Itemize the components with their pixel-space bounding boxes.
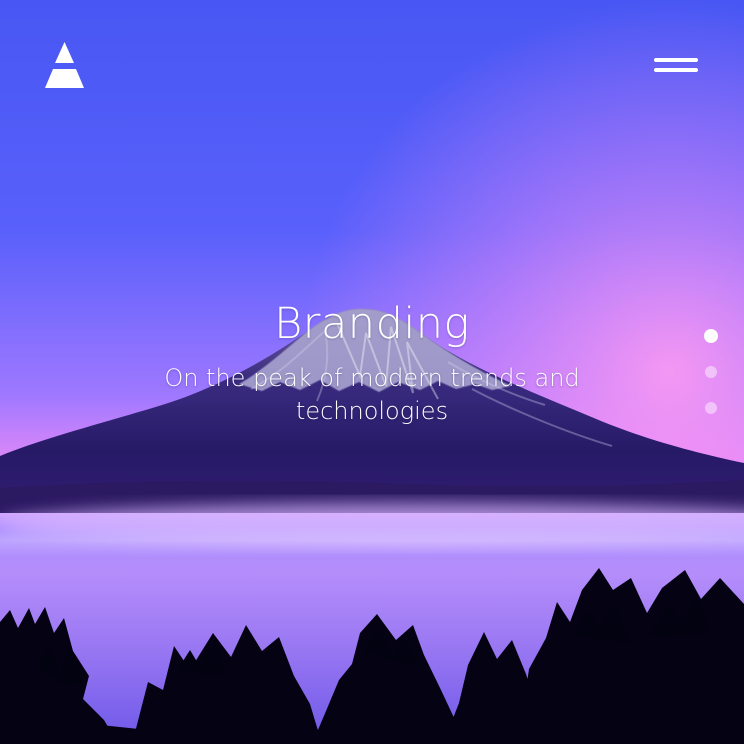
- slide-pagination: [700, 324, 724, 420]
- hero-subtitle: On the peak of modern trends and technol…: [164, 364, 580, 425]
- hero-section: Branding On the peak of modern trends an…: [0, 0, 744, 744]
- hamburger-menu-button[interactable]: [650, 54, 702, 78]
- slide-dot-3[interactable]: [705, 402, 717, 414]
- hamburger-menu-icon-top-line: [654, 58, 698, 62]
- hamburger-menu-icon-bottom-line: [654, 68, 698, 72]
- slide-dot-2[interactable]: [705, 366, 717, 378]
- slide-dot-1[interactable]: [704, 329, 718, 343]
- hero-copy: Branding On the peak of modern trends an…: [0, 296, 744, 428]
- logo[interactable]: [43, 40, 86, 90]
- hero-title: Branding: [274, 299, 470, 349]
- triangle-logo-icon: [45, 42, 84, 88]
